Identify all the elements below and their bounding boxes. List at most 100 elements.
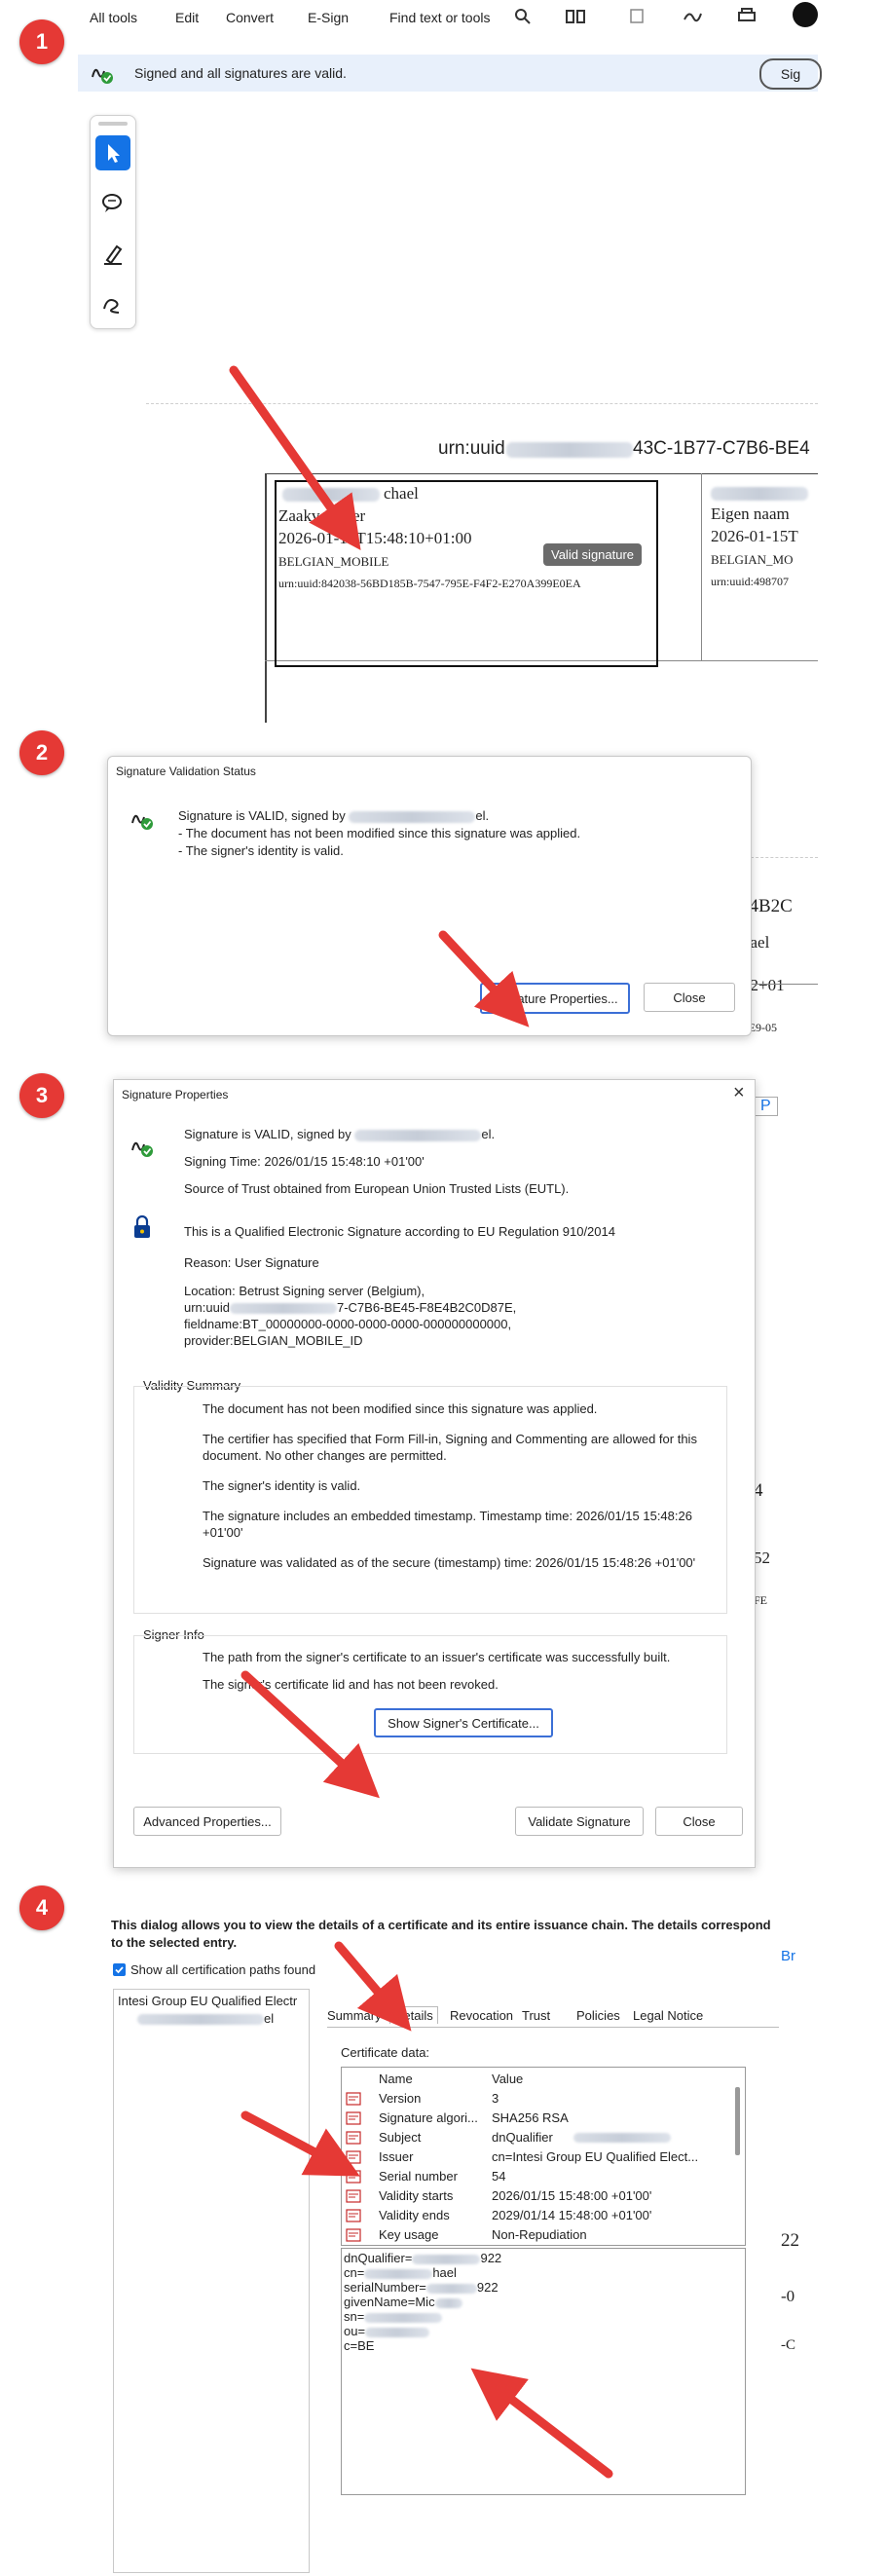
certificate-field-icon <box>346 2092 361 2106</box>
tab-trust[interactable]: Trust <box>522 2008 550 2023</box>
signing-timestamp: 2026-01-15T15:48:10+01:00 <box>278 529 472 547</box>
certificate-field-value: cn=Intesi Group EU Qualified Elect... <box>492 2149 699 2164</box>
certificate-field-icon <box>346 2170 361 2184</box>
validity-line-prefix: Signature is VALID, signed by <box>178 808 346 823</box>
tab-policies[interactable]: Policies <box>576 2008 620 2023</box>
certificate-field-name: Version <box>379 2091 422 2106</box>
tab-legal-notice[interactable]: Legal Notice <box>633 2008 703 2023</box>
certificate-field-icon <box>346 2131 361 2145</box>
reason: Reason: User Signature <box>184 1255 319 1270</box>
signature-uuid: urn:uuid:842038-56BD185B-7547-795E-F4F2-… <box>278 577 581 590</box>
dialog-title: Signature Validation Status <box>116 765 256 778</box>
certificate-fields-table: Name Value Version 3 Signature algori... SH… <box>341 2067 746 2246</box>
menu-convert[interactable]: Convert <box>226 10 274 25</box>
find-text-label[interactable]: Find text or tools <box>389 10 491 25</box>
certificate-field-value: 2029/01/14 15:48:00 +01'00' <box>492 2208 652 2222</box>
validity-item: The document has not been modified since… <box>203 1401 598 1416</box>
certificate-field-row[interactable]: Subject dnQualifier <box>342 2128 731 2147</box>
certificate-field-row[interactable]: Version 3 <box>342 2089 731 2109</box>
close-button[interactable]: Close <box>644 983 735 1012</box>
detail-dnqualifier: dnQualifier= <box>344 2251 413 2265</box>
certificate-field-row[interactable]: Signature algori... SHA256 RSA <box>342 2109 731 2128</box>
column-name: Name <box>379 2072 413 2086</box>
advanced-properties-button[interactable]: Advanced Properties... <box>133 1807 281 1836</box>
signature-properties-dialog: Signature Properties × Signature is VALI… <box>113 1079 756 1868</box>
menu-edit[interactable]: Edit <box>175 10 199 25</box>
location-line-2-suffix: 7-C7B6-BE45-F8E4B2C0D87E, <box>336 1300 517 1315</box>
bookmark-icon[interactable] <box>628 6 646 25</box>
signer-info-group: The path from the signer's certificate t… <box>133 1635 727 1754</box>
location-line-3: fieldname:BT_00000000-0000-0000-0000-000… <box>184 1317 512 1331</box>
signed-by-prefix: Signature is VALID, signed by <box>184 1127 351 1141</box>
show-all-paths-checkbox[interactable] <box>113 1963 126 1976</box>
detail-ou: ou= <box>344 2324 366 2338</box>
location-line-1: Location: Betrust Signing server (Belgiu… <box>184 1284 425 1298</box>
signature-valid-icon <box>90 61 115 85</box>
validity-item: The signature includes an embedded times… <box>203 1509 692 1540</box>
tab-revocation[interactable]: Revocation <box>450 2008 513 2023</box>
tree-child-suffix[interactable]: el <box>264 2011 274 2026</box>
print-icon[interactable] <box>736 6 758 25</box>
certificate-field-name: Key usage <box>379 2227 439 2242</box>
validity-item: The certifier has specified that Form Fi… <box>203 1432 697 1463</box>
highlight-pen-icon[interactable] <box>95 237 130 272</box>
show-signer-certificate-button[interactable]: Show Signer's Certificate... <box>374 1708 553 1737</box>
tool-rail <box>90 115 136 329</box>
signature-valid-icon <box>129 807 155 831</box>
signing-time: Signing Time: 2026/01/15 15:48:10 +01'00… <box>184 1154 425 1169</box>
menu-all-tools[interactable]: All tools <box>90 10 137 25</box>
select-pointer-icon[interactable] <box>95 135 130 170</box>
tab-details[interactable]: Details <box>389 2006 438 2024</box>
certificate-field-icon <box>346 2189 361 2203</box>
comment-icon[interactable] <box>95 186 130 221</box>
validate-signature-button[interactable]: Validate Signature <box>515 1807 644 1836</box>
tree-root[interactable]: Intesi Group EU Qualified Electr <box>118 1994 297 2008</box>
certificate-field-row[interactable]: Validity ends 2029/01/14 15:48:00 +01'00' <box>342 2206 731 2225</box>
certificate-field-row[interactable]: Issuer cn=Intesi Group EU Qualified Elect… <box>342 2147 731 2167</box>
sign-icon[interactable] <box>682 6 703 27</box>
urn-prefix: urn:uuid <box>438 438 505 459</box>
certificate-field-icon <box>346 2209 361 2222</box>
qualified-signature: This is a Qualified Electronic Signature… <box>184 1224 615 1239</box>
certificate-field-row[interactable]: Validity starts 2026/01/15 15:48:00 +01'0… <box>342 2186 731 2206</box>
signer-name-suffix: chael <box>384 484 419 503</box>
certificate-field-icon <box>346 2228 361 2242</box>
validity-item: The signer's identity is valid. <box>203 1478 361 1493</box>
signature-status-bar: Signed and all signatures are valid. Sig <box>78 55 822 92</box>
close-x-button[interactable]: × <box>733 1082 745 1104</box>
certificate-field-name: Validity ends <box>379 2208 450 2222</box>
certificate-tree: Intesi Group EU Qualified Electr el <box>113 1989 310 2573</box>
detail-givenname: givenName=Mic <box>344 2295 435 2309</box>
signer-role: Zaakv <box>278 506 320 525</box>
intro-text: This dialog allows you to view the detai… <box>111 1918 771 1950</box>
right-cell-uuid: urn:uuid:498707 <box>711 575 789 588</box>
certificate-field-row[interactable]: Serial number 54 <box>342 2167 731 2186</box>
validity-item: Signature was validated as of the secure… <box>203 1555 696 1570</box>
close-button[interactable]: Close <box>655 1807 743 1836</box>
top-toolbar: All tools Edit Convert E-Sign Find text … <box>78 0 818 35</box>
signature-field-left[interactable]: chael Zaakv er 2026-01-15T15:48:10+01:00… <box>275 480 658 667</box>
certificate-detail-box: dnQualifier= 922 cn= hael serialNumber= 922… <box>341 2248 746 2495</box>
signature-valid-icon <box>129 1135 155 1158</box>
certificate-field-icon <box>346 2150 361 2164</box>
document-page: urn:uuid 43C-1B77-C7B6-BE4 chael Zaakv e… <box>146 397 818 728</box>
certificate-field-name: Issuer <box>379 2149 414 2164</box>
pages-icon[interactable] <box>565 8 586 25</box>
signature-panel-button[interactable]: Sig <box>759 58 822 90</box>
avatar[interactable] <box>793 2 818 27</box>
certificate-field-row[interactable]: Key usage Non-Repudiation <box>342 2225 731 2245</box>
detail-sn: sn= <box>344 2309 365 2324</box>
certificate-field-icon <box>346 2111 361 2125</box>
validity-summary-group: The document has not been modified since… <box>133 1386 727 1614</box>
menu-esign[interactable]: E-Sign <box>308 10 349 25</box>
signature-properties-button[interactable]: Signature Properties... <box>480 983 630 1014</box>
step-badge-2: 2 <box>19 730 64 775</box>
tab-summary[interactable]: Summary <box>327 2008 382 2023</box>
certificate-field-value: 54 <box>492 2169 506 2184</box>
search-icon[interactable] <box>514 8 532 25</box>
right-cell-role: Eigen naam <box>711 504 790 523</box>
signature-status-text: Signed and all signatures are valid. <box>134 65 347 81</box>
right-cell-timestamp: 2026-01-15T <box>711 527 798 545</box>
signer-cert-valid-b: lid and has not been revoked. <box>332 1677 499 1692</box>
freehand-draw-icon[interactable] <box>95 287 130 322</box>
